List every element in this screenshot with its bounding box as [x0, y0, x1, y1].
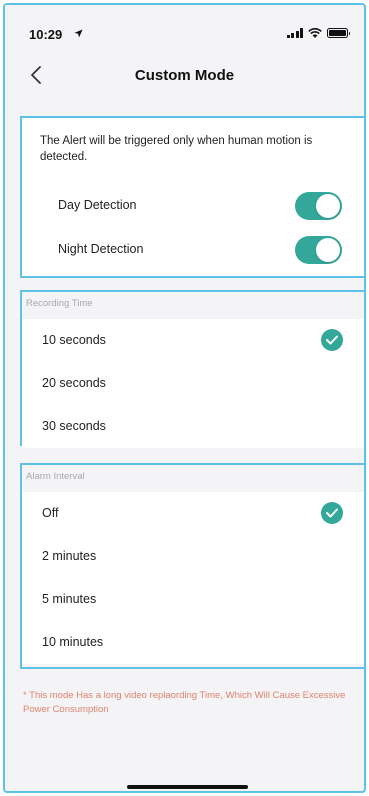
alarm-option-2min[interactable]: 2 minutes [22, 535, 364, 578]
option-label: 10 minutes [42, 635, 104, 649]
toggle-knob [316, 238, 340, 262]
home-indicator[interactable] [127, 785, 248, 789]
status-icons [286, 28, 350, 38]
battery-icon [327, 28, 350, 38]
night-detection-toggle[interactable] [295, 236, 342, 264]
page-title: Custom Mode [134, 67, 235, 84]
day-detection-row: Day Detection [22, 186, 364, 226]
recording-option-10s[interactable]: 10 seconds [22, 319, 364, 362]
recording-option-30s[interactable]: 30 seconds [22, 405, 364, 448]
recording-time-options: 10 seconds 20 seconds 30 seconds [22, 319, 364, 448]
detection-description: The Alert will be triggered only when hu… [40, 135, 313, 163]
checkmark-icon [321, 502, 343, 524]
night-detection-row: Night Detection [22, 230, 364, 270]
alarm-option-5min[interactable]: 5 minutes [22, 578, 364, 621]
option-label: 10 seconds [42, 333, 106, 347]
night-detection-label: Night Detection [58, 242, 144, 256]
detection-section: The Alert will be triggered only when hu… [20, 116, 364, 278]
phone-screen: 10:29 Custom Mode The Alert will be trig… [3, 3, 366, 793]
option-label: Off [42, 506, 59, 520]
nav-header: Custom Mode [5, 55, 364, 95]
option-label: 20 seconds [42, 376, 106, 390]
day-detection-label: Day Detection [58, 198, 137, 212]
alarm-option-10min[interactable]: 10 minutes [22, 621, 364, 664]
recording-time-section: Recording Time 10 seconds 20 seconds 30 … [20, 290, 364, 448]
signal-icon [286, 28, 303, 38]
option-label: 30 seconds [42, 419, 106, 433]
alarm-interval-section: Alarm Interval Off 2 minutes 5 minutes 1… [20, 463, 364, 669]
day-detection-toggle[interactable] [295, 192, 342, 220]
recording-option-20s[interactable]: 20 seconds [22, 362, 364, 405]
wifi-icon [308, 28, 322, 38]
status-time: 10:29 [29, 27, 63, 42]
option-label: 5 minutes [42, 592, 97, 606]
option-label: 2 minutes [42, 549, 97, 563]
status-bar: 10:29 [5, 5, 364, 49]
alarm-interval-heading: Alarm Interval [26, 471, 85, 482]
alarm-interval-options: Off 2 minutes 5 minutes 10 minutes [22, 492, 364, 664]
location-arrow-icon [74, 29, 83, 38]
power-warning-text: * This mode Has a long video replaording… [23, 690, 346, 715]
toggle-knob [316, 194, 340, 218]
checkmark-icon [321, 329, 343, 351]
alarm-option-off[interactable]: Off [22, 492, 364, 535]
recording-time-heading: Recording Time [26, 298, 93, 309]
